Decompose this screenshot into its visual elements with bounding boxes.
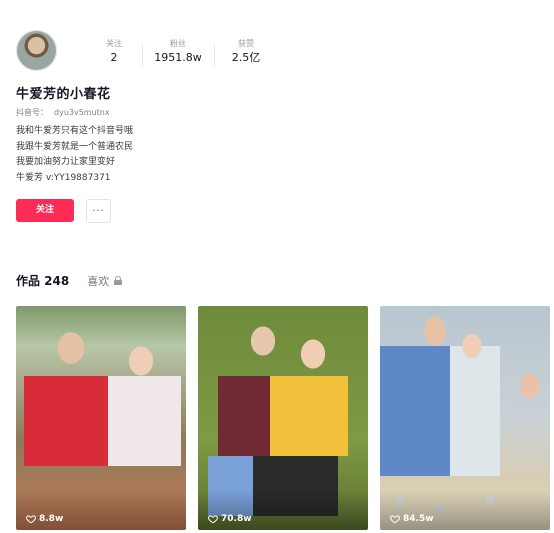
profile-nickname: 牛爱芳的小春花	[16, 87, 111, 102]
stat-followers[interactable]: 粉丝 1951.8w	[142, 38, 214, 66]
video-like-count: 84.5w	[390, 514, 434, 524]
like-count-text: 84.5w	[403, 514, 434, 524]
card-shade	[380, 490, 550, 530]
card-shade	[16, 490, 186, 530]
stat-following[interactable]: 关注 2	[86, 38, 142, 65]
account-id-label: 抖音号：	[16, 108, 48, 117]
bio-line: 我和牛爱芳只有这个抖音号哦	[16, 126, 134, 136]
tab-likes[interactable]: 喜欢	[87, 273, 123, 289]
stat-value: 2	[110, 51, 118, 64]
video-like-count: 8.8w	[26, 514, 63, 524]
heart-icon	[26, 515, 36, 524]
stat-value: 1951.8w	[154, 51, 202, 64]
card-shade	[198, 490, 368, 530]
bio-line: 牛爱芳 v:YY19887371	[16, 172, 111, 183]
stat-likes[interactable]: 获赞 2.5亿	[214, 38, 278, 66]
bio-line: 我要加油努力让家里变好	[16, 157, 116, 167]
account-id-value: dyu3v5mutnx	[54, 108, 110, 117]
profile-tabs: 作品 248 喜欢	[16, 272, 123, 289]
tab-works[interactable]: 作品 248	[16, 272, 69, 289]
account-id-row: 抖音号： dyu3v5mutnx	[16, 107, 110, 118]
stat-label: 粉丝	[170, 39, 186, 48]
like-count-text: 8.8w	[39, 514, 64, 524]
video-like-count: 70.8w	[208, 514, 252, 524]
tab-likes-label: 喜欢	[87, 274, 110, 288]
heart-icon	[208, 515, 218, 524]
stat-value: 2.5亿	[231, 51, 261, 64]
more-options-button[interactable]: ···	[86, 199, 111, 223]
follow-button[interactable]: 关注	[16, 199, 74, 222]
lock-icon	[114, 276, 123, 285]
avatar[interactable]	[16, 30, 57, 71]
profile-bio: 我和牛爱芳只有这个抖音号哦 我跟牛爱芳就是一个普通农民 我要加油努力让家里变好 …	[16, 124, 133, 186]
video-card[interactable]: 70.8w	[198, 306, 368, 530]
video-card[interactable]: 8.8w	[16, 306, 186, 530]
bio-line: 我跟牛爱芳就是一个普通农民	[16, 141, 134, 152]
like-count-text: 70.8w	[221, 514, 252, 524]
stat-label: 关注	[106, 39, 122, 48]
video-card[interactable]: 84.5w	[380, 306, 550, 530]
video-grid: 8.8w 70.8w 84.5w	[16, 306, 550, 531]
stat-label: 获赞	[238, 39, 254, 48]
heart-icon	[390, 515, 400, 524]
profile-stats: 关注 2 粉丝 1951.8w 获赞 2.5亿	[86, 38, 278, 66]
